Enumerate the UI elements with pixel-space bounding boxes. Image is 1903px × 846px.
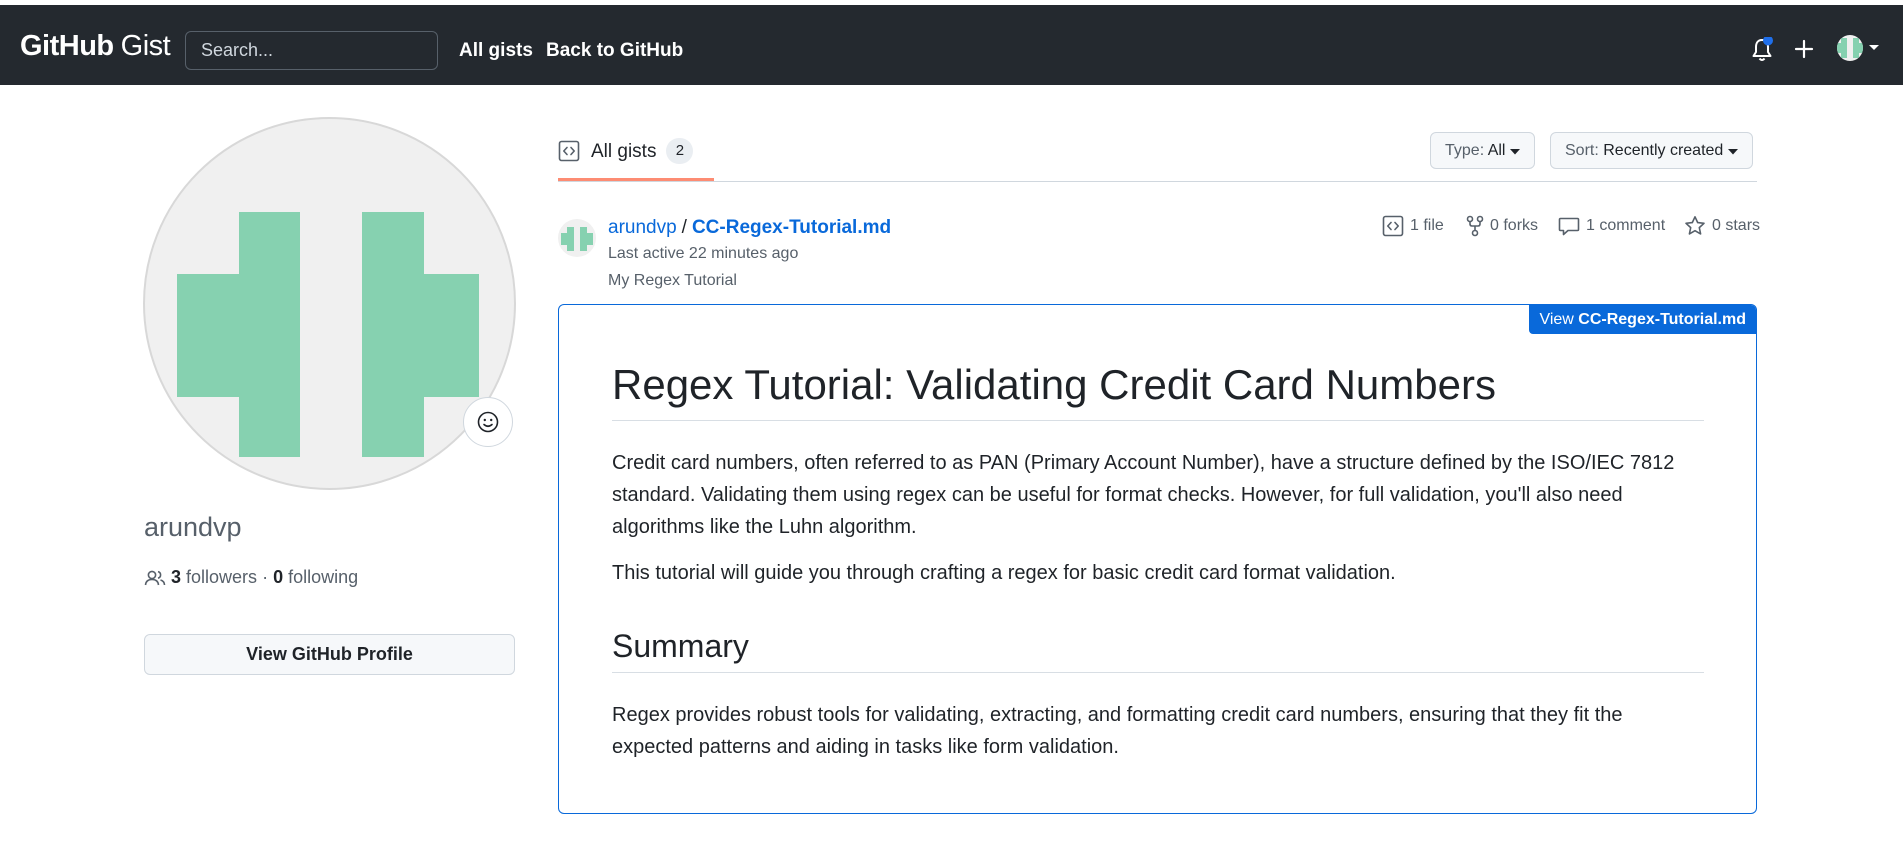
gist-title: arundvp / CC-Regex-Tutorial.md xyxy=(608,217,891,239)
markdown-paragraph-summary: Regex provides robust tools for validati… xyxy=(612,704,1623,758)
markdown-heading-1: Regex Tutorial: Validating Credit Card N… xyxy=(612,361,1704,422)
tabs-divider xyxy=(558,181,1757,182)
view-github-profile-button[interactable]: View GitHub Profile xyxy=(144,634,515,675)
markdown-heading-summary: Summary xyxy=(612,627,1704,674)
type-filter-dropdown[interactable]: Type: All xyxy=(1430,132,1535,169)
logo-github-text: GitHub xyxy=(20,30,114,62)
star-icon xyxy=(1685,216,1705,235)
follow-stats: 3 followers · 0 following xyxy=(144,567,358,588)
smiley-icon xyxy=(477,411,499,433)
profile-username: arundvp xyxy=(144,512,242,542)
fork-icon xyxy=(1466,215,1484,237)
gist-filename-link[interactable]: CC-Regex-Tutorial.md xyxy=(692,217,891,238)
comments-stat-link[interactable]: 1 comment xyxy=(1558,215,1665,237)
comment-icon xyxy=(1558,217,1580,236)
user-avatar-small xyxy=(1837,35,1863,61)
type-filter-value: All xyxy=(1487,141,1506,159)
search-input[interactable] xyxy=(185,31,438,70)
sort-value: Recently created xyxy=(1603,141,1724,159)
gist-description: My Regex Tutorial xyxy=(608,272,737,289)
notification-dot xyxy=(1763,35,1773,46)
gist-owner-avatar[interactable] xyxy=(558,219,596,257)
stars-stat-link[interactable]: 0 stars xyxy=(1684,215,1760,237)
nav-back-to-github-link[interactable]: Back to GitHub xyxy=(546,40,683,62)
tab-all-gists-label: All gists xyxy=(591,141,657,162)
people-icon xyxy=(144,570,166,585)
followers-label: followers xyxy=(186,567,258,587)
view-file-prefix: View xyxy=(1539,311,1574,328)
forks-stat-link[interactable]: 0 forks xyxy=(1466,215,1538,237)
code-square-icon xyxy=(558,140,580,162)
notifications-bell-icon[interactable] xyxy=(1750,35,1774,68)
view-file-button[interactable]: View CC-Regex-Tutorial.md xyxy=(1529,305,1756,334)
top-header: GitHubGist All gists Back to GitHub xyxy=(0,5,1903,85)
comments-count: 1 comment xyxy=(1586,217,1666,234)
tab-all-gists[interactable]: All gists 2 xyxy=(558,130,694,180)
create-new-plus-icon[interactable] xyxy=(1794,39,1814,64)
followers-link[interactable]: 3 followers xyxy=(171,567,257,588)
forks-count: 0 forks xyxy=(1490,217,1539,234)
view-file-name: CC-Regex-Tutorial.md xyxy=(1578,311,1746,328)
set-status-button[interactable] xyxy=(463,397,513,447)
chevron-down-icon xyxy=(1727,148,1738,154)
logo-gist-text: Gist xyxy=(120,30,171,62)
chevron-down-icon xyxy=(1509,148,1520,154)
code-square-icon xyxy=(1382,215,1404,237)
files-count: 1 file xyxy=(1410,217,1444,234)
sort-key: Sort: xyxy=(1565,141,1599,159)
following-count: 0 xyxy=(273,567,284,587)
title-separator: / xyxy=(681,217,687,238)
markdown-paragraph-guide: This tutorial will guide you through cra… xyxy=(612,562,1396,584)
follow-separator: · xyxy=(262,567,269,587)
profile-avatar[interactable] xyxy=(143,117,516,490)
chevron-down-icon xyxy=(1869,45,1879,50)
user-menu[interactable] xyxy=(1836,34,1880,62)
following-link[interactable]: 0 following xyxy=(273,567,358,588)
gist-logo[interactable]: GitHub Gist xyxy=(20,30,171,62)
followers-count: 3 xyxy=(171,567,182,587)
gist-preview-box[interactable]: View CC-Regex-Tutorial.md Regex Tutorial… xyxy=(558,304,1757,814)
gist-owner-link[interactable]: arundvp xyxy=(608,217,677,238)
markdown-paragraph-intro: Credit card numbers, often referred to a… xyxy=(612,452,1675,538)
gist-count-badge: 2 xyxy=(666,138,694,164)
following-label: following xyxy=(288,567,359,587)
type-filter-key: Type: xyxy=(1445,141,1485,159)
stars-count: 0 stars xyxy=(1712,217,1761,234)
gist-last-active: Last active 22 minutes ago xyxy=(608,245,799,262)
nav-all-gists-link[interactable]: All gists xyxy=(459,40,533,62)
files-stat-link[interactable]: 1 file xyxy=(1382,215,1444,237)
sort-dropdown[interactable]: Sort: Recently created xyxy=(1550,132,1753,169)
